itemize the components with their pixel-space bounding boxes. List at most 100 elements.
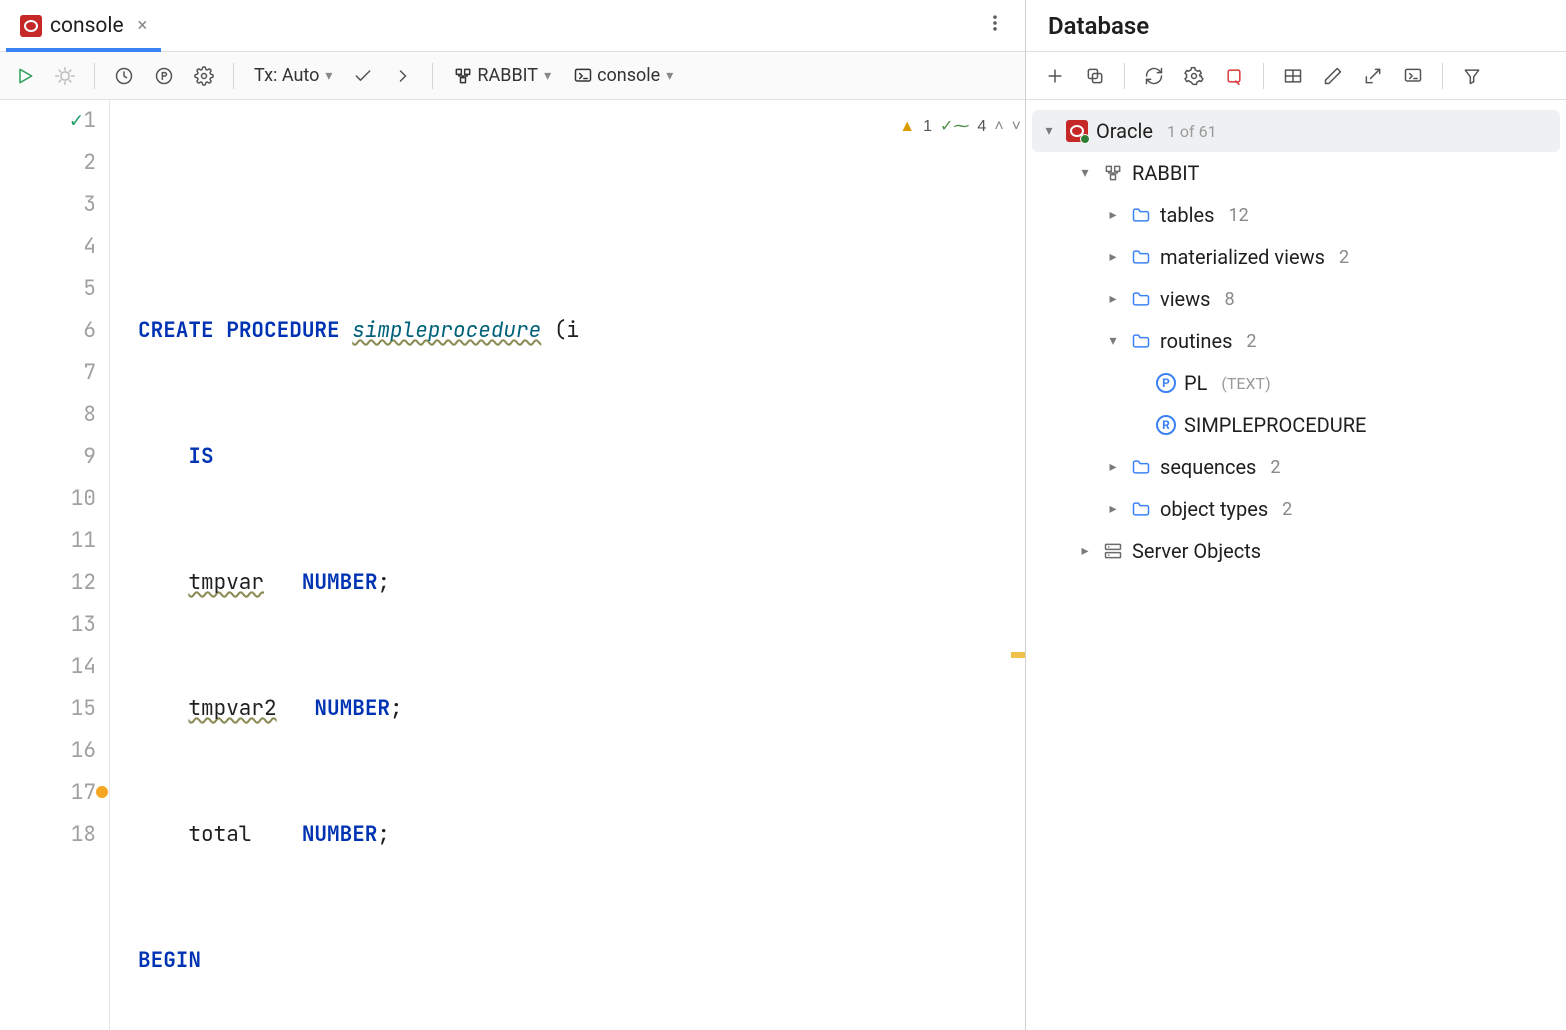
- line-number: 5: [83, 275, 96, 302]
- oracle-icon: [1066, 120, 1088, 142]
- line-number: 16: [71, 737, 96, 764]
- line-number: 1: [83, 107, 96, 134]
- chevron-down-icon[interactable]: ˅: [1012, 106, 1021, 148]
- code-editor[interactable]: 1 2 3 4 5 6 7 8 9 10 11 12 13 14 15 16 1…: [0, 100, 1025, 1030]
- oracle-icon: [20, 15, 42, 37]
- schema-icon: [453, 66, 473, 86]
- chevron-down-icon: ▾: [325, 68, 332, 84]
- tx-mode-selector[interactable]: Tx: Auto ▾: [248, 65, 338, 86]
- duplicate-button[interactable]: [1080, 61, 1110, 91]
- folder-icon: [1130, 246, 1152, 268]
- chevron-down-icon[interactable]: ▾: [1040, 123, 1058, 139]
- gear-icon: [194, 66, 214, 86]
- run-button[interactable]: [10, 61, 40, 91]
- jump-to-console-button[interactable]: [1358, 61, 1388, 91]
- chevron-down-icon[interactable]: ▾: [1104, 333, 1122, 349]
- more-vertical-icon: [985, 13, 1005, 33]
- console-label: console: [597, 65, 660, 86]
- chevron-right-icon[interactable]: ▸: [1104, 459, 1122, 475]
- tree-node-tables[interactable]: ▸ tables 12: [1032, 194, 1560, 236]
- refresh-button[interactable]: [1139, 61, 1169, 91]
- chevron-down-icon: ▾: [544, 68, 551, 84]
- tree-node-views[interactable]: ▸ views 8: [1032, 278, 1560, 320]
- filter-button[interactable]: [1457, 61, 1487, 91]
- schema-icon: [1102, 162, 1124, 184]
- line-number: 9: [83, 443, 96, 470]
- tree-label: materialized views: [1160, 245, 1325, 269]
- tab-console[interactable]: console ×: [6, 0, 161, 51]
- server-icon: [1102, 540, 1124, 562]
- tree-node-routines[interactable]: ▾ routines 2: [1032, 320, 1560, 362]
- line-number: 15: [71, 695, 96, 722]
- history-button[interactable]: [109, 61, 139, 91]
- tree-node-objecttypes[interactable]: ▸ object types 2: [1032, 488, 1560, 530]
- chevron-right-icon[interactable]: ▸: [1076, 543, 1094, 559]
- editor-toolbar: Tx: Auto ▾ RABBIT ▾ console ▾: [0, 52, 1025, 100]
- tree-count: 2: [1270, 457, 1280, 478]
- tree-node-matviews[interactable]: ▸ materialized views 2: [1032, 236, 1560, 278]
- folder-icon: [1130, 288, 1152, 310]
- tree-node-sequences[interactable]: ▸ sequences 2: [1032, 446, 1560, 488]
- typo-count: 4: [977, 106, 986, 148]
- tree-label: Oracle: [1096, 119, 1153, 143]
- refresh-icon: [1144, 66, 1164, 86]
- procedure-button[interactable]: [149, 61, 179, 91]
- tree-node-routine-simpleprocedure[interactable]: R SIMPLEPROCEDURE: [1032, 404, 1560, 446]
- inspection-widget[interactable]: ▲1 ✓⁓4 ˄ ˅: [899, 106, 1021, 148]
- folder-icon: [1130, 204, 1152, 226]
- table-view-button[interactable]: [1278, 61, 1308, 91]
- tree-count: 12: [1228, 205, 1248, 226]
- chevron-right-icon[interactable]: ▸: [1104, 291, 1122, 307]
- gear-icon: [1184, 66, 1204, 86]
- console-selector[interactable]: console ▾: [567, 65, 679, 86]
- edit-button[interactable]: [1318, 61, 1348, 91]
- code-body[interactable]: ▲1 ✓⁓4 ˄ ˅ CREATE PROCEDURE simpleproced…: [110, 100, 1025, 1030]
- add-datasource-button[interactable]: [1040, 61, 1070, 91]
- chevron-right-icon[interactable]: ▸: [1104, 249, 1122, 265]
- debug-button[interactable]: [50, 61, 80, 91]
- chevron-right-icon[interactable]: ▸: [1104, 501, 1122, 517]
- warning-count: 1: [923, 106, 932, 148]
- line-number: 6: [83, 317, 96, 344]
- tree-label: SIMPLEPROCEDURE: [1184, 413, 1366, 437]
- chevron-down-icon: ▾: [666, 68, 673, 84]
- database-panel-title: Database: [1026, 0, 1566, 52]
- folder-icon: [1130, 330, 1152, 352]
- editor-pane: console × Tx: Auto▾ RABBIT▾ console▾ 1 2…: [0, 0, 1026, 1030]
- terminal-icon: [1403, 66, 1423, 86]
- datasource-properties-button[interactable]: [1179, 61, 1209, 91]
- tx-mode-label: Tx: Auto: [254, 65, 319, 86]
- tree-label: Server Objects: [1132, 539, 1261, 563]
- procedure-icon: P: [1156, 373, 1176, 393]
- settings-button[interactable]: [189, 61, 219, 91]
- open-console-button[interactable]: [1398, 61, 1428, 91]
- history-icon: [114, 66, 134, 86]
- database-tree[interactable]: ▾ Oracle 1 of 61 ▾ RABBIT ▸ tables 12 ▸ …: [1026, 100, 1566, 582]
- tree-badge: 1 of 61: [1167, 122, 1217, 141]
- warning-stripe[interactable]: [1011, 652, 1025, 658]
- copy-icon: [1085, 66, 1105, 86]
- chevron-up-icon[interactable]: ˄: [994, 106, 1003, 148]
- tab-title: console: [50, 14, 124, 38]
- schema-selector[interactable]: RABBIT ▾: [447, 65, 557, 86]
- schema-label: RABBIT: [477, 65, 538, 86]
- tree-label: views: [1160, 287, 1211, 311]
- table-icon: [1283, 66, 1303, 86]
- tree-node-routine-pl[interactable]: P PL (TEXT): [1032, 362, 1560, 404]
- folder-icon: [1130, 456, 1152, 478]
- console-icon: [573, 66, 593, 86]
- tree-count: 2: [1339, 247, 1349, 268]
- chevron-down-icon[interactable]: ▾: [1076, 165, 1094, 181]
- tab-more-button[interactable]: [971, 5, 1019, 46]
- chevron-right-icon[interactable]: ▸: [1104, 207, 1122, 223]
- close-icon[interactable]: ×: [132, 15, 148, 36]
- tree-label: routines: [1160, 329, 1232, 353]
- disconnect-button[interactable]: [1219, 61, 1249, 91]
- rollback-button[interactable]: [388, 61, 418, 91]
- tree-node-schema[interactable]: ▾ RABBIT: [1032, 152, 1560, 194]
- tree-node-datasource[interactable]: ▾ Oracle 1 of 61: [1032, 110, 1560, 152]
- commit-button[interactable]: [348, 61, 378, 91]
- routine-icon: R: [1156, 415, 1176, 435]
- tree-node-server-objects[interactable]: ▸ Server Objects: [1032, 530, 1560, 572]
- database-toolbar: [1026, 52, 1566, 100]
